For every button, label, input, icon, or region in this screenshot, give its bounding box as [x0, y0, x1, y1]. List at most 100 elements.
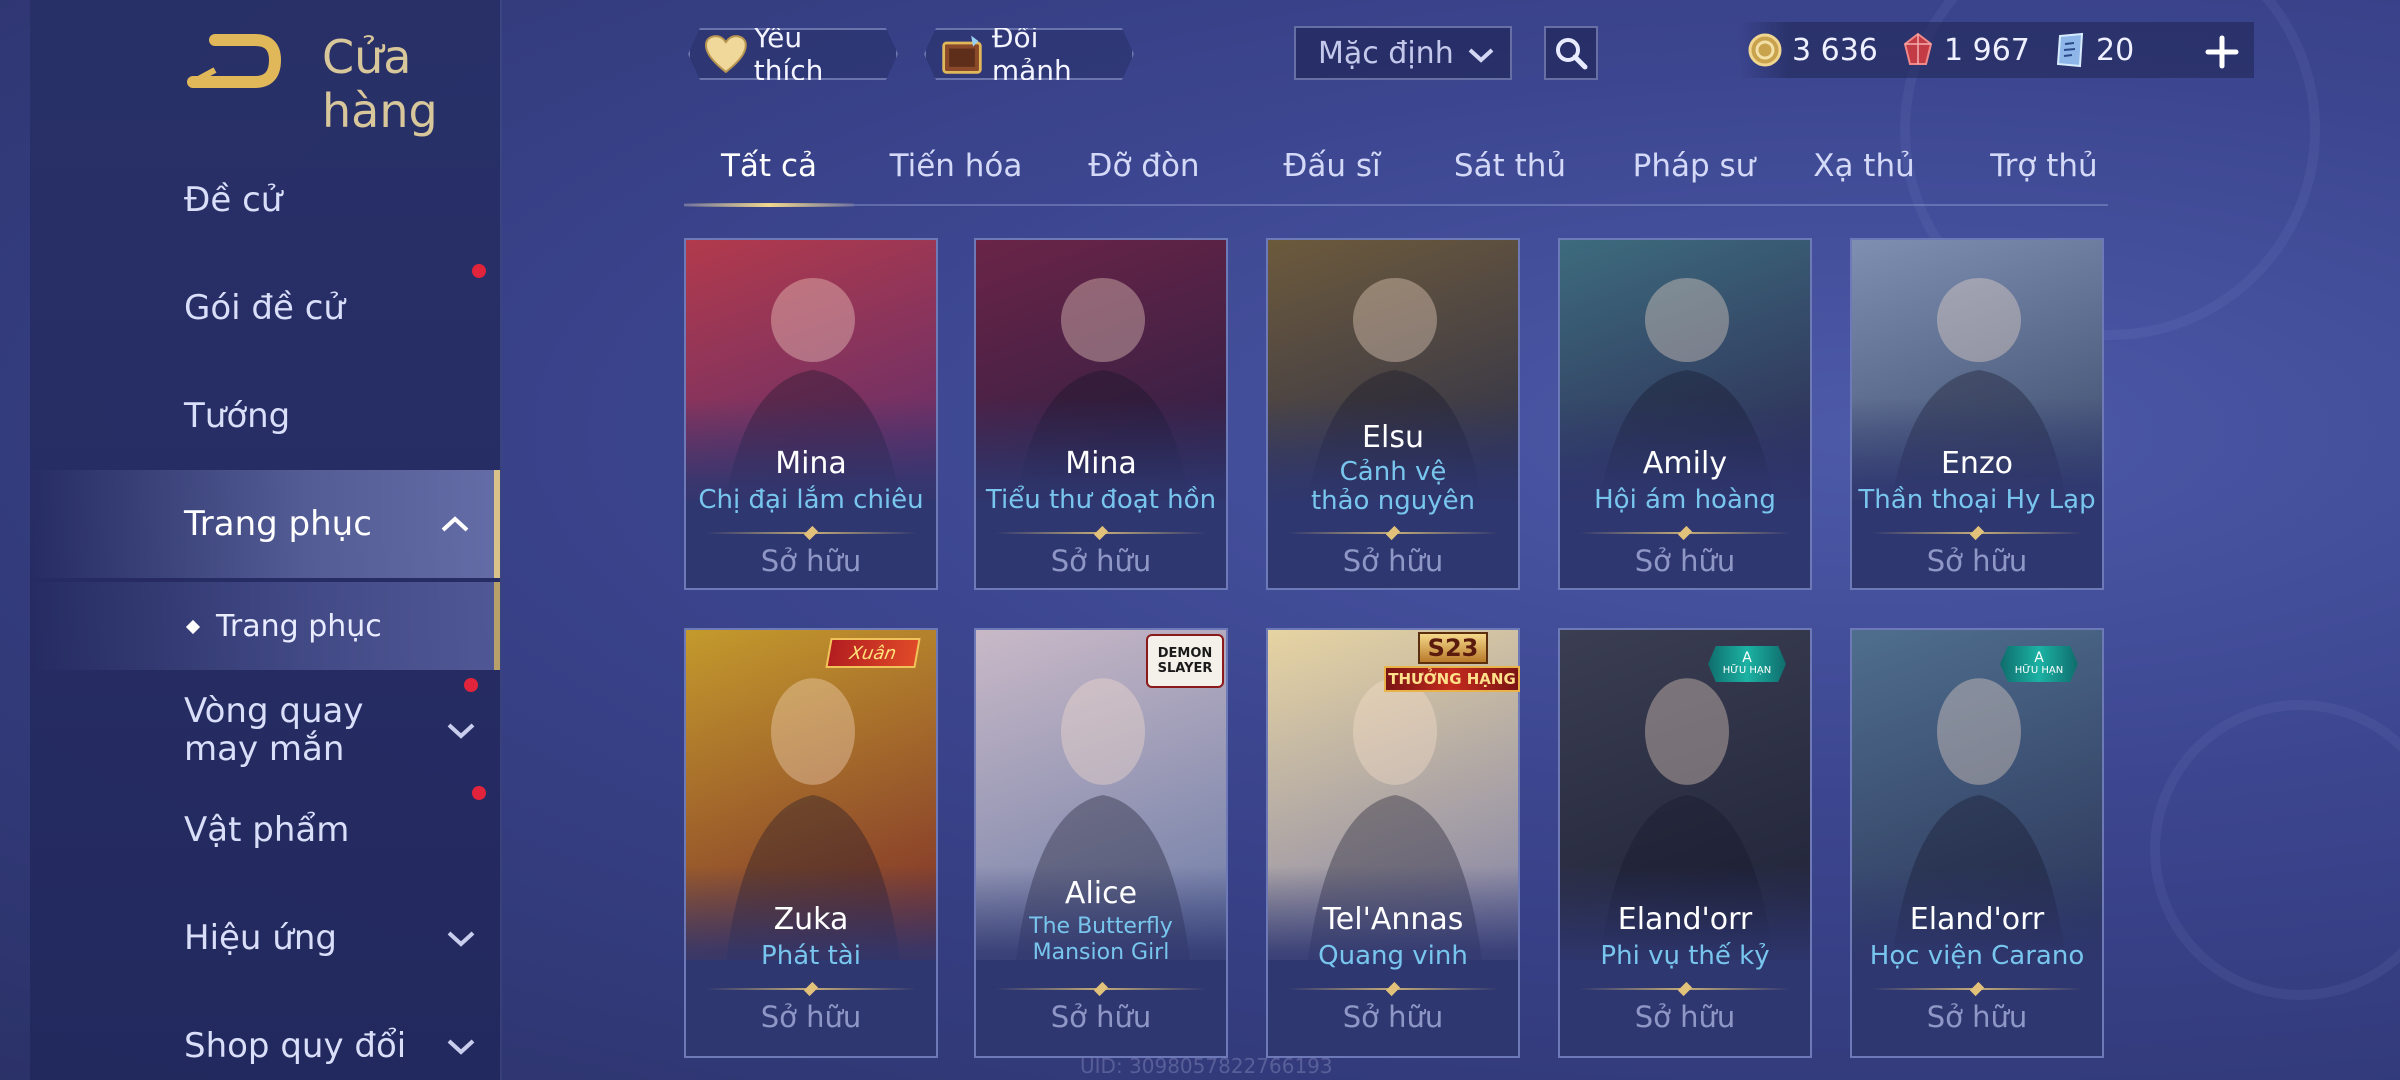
favorites-label: Yêu thích — [753, 21, 824, 87]
hero-name: Eland'orr — [1909, 902, 2045, 937]
sidebar-item-label: Tướng — [184, 396, 291, 436]
sidebar-item-label: Vật phẩm — [184, 810, 350, 850]
chevron-down-icon — [447, 723, 475, 739]
ownership-status: Sở hữu — [760, 544, 862, 578]
exchange-label: Đổi mảnh — [991, 21, 1072, 87]
skin-card[interactable]: Enzo Thần thoại Hy Lạp Sở hữu — [1850, 238, 2104, 590]
collab-badge-text: DEMON SLAYER — [1157, 646, 1213, 676]
favorites-button[interactable]: Yêu thích — [688, 28, 898, 80]
bullet-icon — [185, 619, 201, 635]
skin-name: Quang vinh — [1318, 941, 1468, 971]
season-rank-badge: S23 THƯỞNG HẠNG — [1384, 632, 1520, 696]
hero-name: Tel'Annas — [1322, 902, 1464, 937]
hero-name: Mina — [775, 446, 847, 481]
ownership-status: Sở hữu — [1050, 1000, 1152, 1034]
back-arrow-icon — [187, 34, 282, 88]
hero-name: Mina — [1065, 446, 1137, 481]
card-divider — [1288, 981, 1498, 997]
sidebar-item-heroes[interactable]: Tướng — [30, 366, 500, 466]
skin-name: Học viện Carano — [1869, 941, 2085, 971]
limited-badge: A HỮU HẠN — [1708, 646, 1786, 682]
back-button[interactable] — [185, 30, 315, 94]
skin-card[interactable]: Zuka Phát tài Sở hữu — [684, 628, 938, 1058]
sidebar-subitem-skins[interactable]: Trang phục — [30, 582, 500, 670]
limited-text: HỮU HẠN — [2014, 665, 2064, 676]
gold-coin-icon — [1748, 33, 1782, 67]
sidebar-item-exchange-shop[interactable]: Shop quy đổi — [30, 996, 500, 1080]
heart-icon — [704, 34, 748, 74]
voucher-ticket-icon — [2056, 32, 2084, 68]
sidebar-item-lucky-wheel[interactable]: Vòng quay may mắn — [30, 672, 500, 788]
limited-text: HỮU HẠN — [1722, 665, 1772, 676]
sidebar-item-items[interactable]: Vật phẩm — [30, 780, 500, 880]
voucher-amount: 20 — [2096, 32, 2135, 68]
sidebar-subitem-label: Trang phục — [216, 608, 382, 644]
chevron-up-icon — [441, 516, 469, 532]
ownership-status: Sở hữu — [1342, 544, 1444, 578]
search-button[interactable] — [1544, 26, 1598, 80]
add-currency-button[interactable] — [2196, 26, 2248, 78]
ownership-status: Sở hữu — [1342, 1000, 1444, 1034]
card-divider — [1872, 981, 2082, 997]
season-label: S23 — [1418, 632, 1488, 664]
sidebar-item-label: Đề cử — [184, 180, 283, 220]
skin-card[interactable]: Mina Tiểu thư đoạt hồn Sở hữu — [974, 238, 1228, 590]
role-tabs: Tất cả Tiến hóa Đỡ đòn Đấu sĩ Sát thủ Ph… — [684, 140, 2108, 207]
hero-name: Enzo — [1940, 446, 2014, 481]
hero-name: Alice — [1064, 876, 1138, 911]
exchange-shards-button[interactable]: Đổi mảnh — [924, 28, 1134, 80]
skin-card[interactable]: Alice The Butterfly Mansion Girl Sở hữu — [974, 628, 1228, 1058]
sort-value: Mặc định — [1318, 35, 1454, 71]
skin-card[interactable]: Amily Hội ám hoàng Sở hữu — [1558, 238, 1812, 590]
notification-dot — [472, 786, 486, 800]
card-divider — [996, 525, 1206, 541]
limited-grade: A — [2034, 650, 2044, 666]
sidebar-item-label: Hiệu ứng — [184, 918, 337, 958]
ruby-amount: 1 967 — [1944, 32, 2030, 68]
ownership-status: Sở hữu — [1634, 544, 1736, 578]
tab-mage[interactable]: Pháp sư — [1604, 148, 1784, 198]
tab-all[interactable]: Tất cả — [684, 148, 854, 198]
chevron-down-icon — [447, 931, 475, 947]
hero-name: Elsu — [1362, 420, 1424, 455]
sidebar-item-recommended-packs[interactable]: Gói đề cử — [30, 258, 500, 358]
chevron-down-icon — [447, 1039, 475, 1055]
skin-card[interactable]: Mina Chị đại lắm chiêu Sở hữu — [684, 238, 938, 590]
sort-dropdown[interactable]: Mặc định — [1294, 26, 1512, 80]
hero-name: Eland'orr — [1617, 902, 1753, 937]
tab-marksman[interactable]: Xạ thủ — [1784, 148, 1944, 198]
ownership-status: Sở hữu — [1926, 1000, 2028, 1034]
skin-name: Phi vụ thế kỷ — [1600, 941, 1770, 971]
card-divider — [1872, 525, 2082, 541]
ruby-gem-icon — [1903, 32, 1933, 65]
ownership-status: Sở hữu — [760, 1000, 862, 1034]
tab-assassin[interactable]: Sát thủ — [1430, 148, 1590, 198]
hero-name: Zuka — [773, 902, 849, 937]
hero-name: Amily — [1642, 446, 1728, 481]
shard-chest-icon — [940, 32, 986, 76]
sidebar-item-label: Gói đề cử — [184, 288, 345, 328]
event-badge-text: Xuân — [848, 642, 898, 664]
collab-badge: DEMON SLAYER — [1146, 634, 1224, 688]
skin-card[interactable]: Elsu Cảnh vệ thảo nguyên Sở hữu — [1266, 238, 1520, 590]
chevron-down-icon — [1468, 48, 1494, 63]
notification-dot — [464, 678, 478, 692]
skin-name: Thần thoại Hy Lạp — [1858, 485, 2096, 515]
card-divider — [706, 525, 916, 541]
ruby-currency: 1 967 — [1902, 22, 2030, 78]
tab-support[interactable]: Trợ thủ — [1964, 148, 2124, 198]
sidebar-item-skins[interactable]: Trang phục — [30, 470, 500, 578]
skin-card[interactable]: Eland'orr Học viện Carano Sở hữu — [1850, 628, 2104, 1058]
plus-icon — [2205, 35, 2239, 69]
search-icon — [1556, 38, 1588, 70]
card-divider — [996, 981, 1206, 997]
tab-fighter[interactable]: Đấu sĩ — [1252, 148, 1412, 198]
tab-evolution[interactable]: Tiến hóa — [876, 148, 1036, 198]
skin-card[interactable]: Eland'orr Phi vụ thế kỷ Sở hữu — [1558, 628, 1812, 1058]
tab-tank[interactable]: Đỡ đòn — [1064, 148, 1224, 198]
sidebar-item-effects[interactable]: Hiệu ứng — [30, 888, 500, 988]
sidebar-item-recommended[interactable]: Đề cử — [30, 150, 500, 250]
card-divider — [1288, 525, 1498, 541]
event-badge: Xuân — [825, 638, 921, 668]
background-swirl — [2150, 700, 2400, 1000]
